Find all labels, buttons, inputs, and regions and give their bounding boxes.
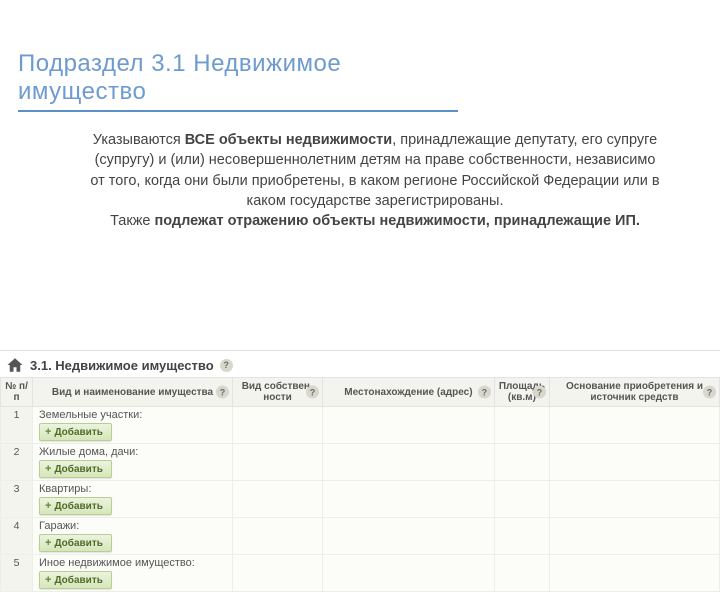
row-index: 5 [1,555,33,592]
add-label: Добавить [54,427,102,438]
cell-area [494,407,549,444]
cell-ownership [233,518,323,555]
cell-basis [550,518,720,555]
plus-icon: + [45,426,51,438]
cell-ownership [233,407,323,444]
cell-basis [550,481,720,518]
add-label: Добавить [54,501,102,512]
table-row: 2 Жилые дома, дачи: +Добавить [1,444,720,481]
col-address-text: Местонахождение (адрес) [344,387,472,398]
add-button[interactable]: +Добавить [39,534,112,552]
col-address: Местонахождение (адрес)? [323,378,495,407]
row-index: 1 [1,407,33,444]
cell-ownership [233,555,323,592]
table-row: 1 Земельные участки: +Добавить [1,407,720,444]
property-panel: 3.1. Недвижимое имущество ? № п/п Вид и … [0,350,720,592]
plus-icon: + [45,463,51,475]
panel-header: 3.1. Недвижимое имущество ? [0,351,720,377]
cell-ownership [233,444,323,481]
panel-title: 3.1. Недвижимое имущество [30,358,214,373]
cell-address [323,481,495,518]
category-label: Гаражи: [39,520,226,532]
col-area: Площадь (кв.м)? [494,378,549,407]
category-label: Жилые дома, дачи: [39,446,226,458]
cell-area [494,555,549,592]
category-label: Земельные участки: [39,409,226,421]
help-icon[interactable]: ? [220,359,233,372]
col-name-text: Вид и наименование имущества [52,387,213,398]
col-name: Вид и наименование имущества? [33,378,233,407]
add-button[interactable]: +Добавить [39,571,112,589]
intro-lead: Указываются [93,132,185,148]
cell-ownership [233,481,323,518]
intro-bold1: ВСЕ объекты недвижимости [185,132,392,148]
cell-address [323,444,495,481]
add-label: Добавить [54,575,102,586]
col-ownership-text: Вид собствен-ности [242,381,314,403]
category-label: Квартиры: [39,483,226,495]
row-category-cell: Гаражи: +Добавить [33,518,233,555]
plus-icon: + [45,500,51,512]
intro-text: Указываются ВСЕ объекты недвижимости, пр… [90,130,660,231]
intro-bold2: подлежат отражению объекты недвижимости,… [154,213,639,229]
help-icon[interactable]: ? [533,386,546,399]
col-num: № п/п [1,378,33,407]
table-row: 5 Иное недвижимое имущество: +Добавить [1,555,720,592]
cell-basis [550,555,720,592]
row-index: 2 [1,444,33,481]
row-category-cell: Квартиры: +Добавить [33,481,233,518]
row-category-cell: Жилые дома, дачи: +Добавить [33,444,233,481]
table-row: 4 Гаражи: +Добавить [1,518,720,555]
cell-basis [550,444,720,481]
property-table: № п/п Вид и наименование имущества? Вид … [0,377,720,592]
cell-address [323,407,495,444]
help-icon[interactable]: ? [216,386,229,399]
section-title-wrap: Подраздел 3.1 Недвижимое имущество [18,50,458,112]
row-index: 4 [1,518,33,555]
add-label: Добавить [54,464,102,475]
intro-also: Также [110,213,154,229]
col-basis: Основание приобретения и источник средст… [550,378,720,407]
cell-address [323,555,495,592]
col-basis-text: Основание приобретения и источник средст… [566,381,703,403]
row-category-cell: Иное недвижимое имущество: +Добавить [33,555,233,592]
cell-area [494,444,549,481]
section-title: Подраздел 3.1 Недвижимое имущество [18,50,458,106]
help-icon[interactable]: ? [478,386,491,399]
table-row: 3 Квартиры: +Добавить [1,481,720,518]
help-icon[interactable]: ? [703,386,716,399]
add-label: Добавить [54,538,102,549]
cell-address [323,518,495,555]
row-index: 3 [1,481,33,518]
plus-icon: + [45,537,51,549]
row-category-cell: Земельные участки: +Добавить [33,407,233,444]
add-button[interactable]: +Добавить [39,460,112,478]
cell-area [494,518,549,555]
help-icon[interactable]: ? [306,386,319,399]
add-button[interactable]: +Добавить [39,423,112,441]
add-button[interactable]: +Добавить [39,497,112,515]
plus-icon: + [45,574,51,586]
category-label: Иное недвижимое имущество: [39,557,226,569]
house-icon [6,356,24,374]
col-ownership: Вид собствен-ности? [233,378,323,407]
cell-area [494,481,549,518]
cell-basis [550,407,720,444]
